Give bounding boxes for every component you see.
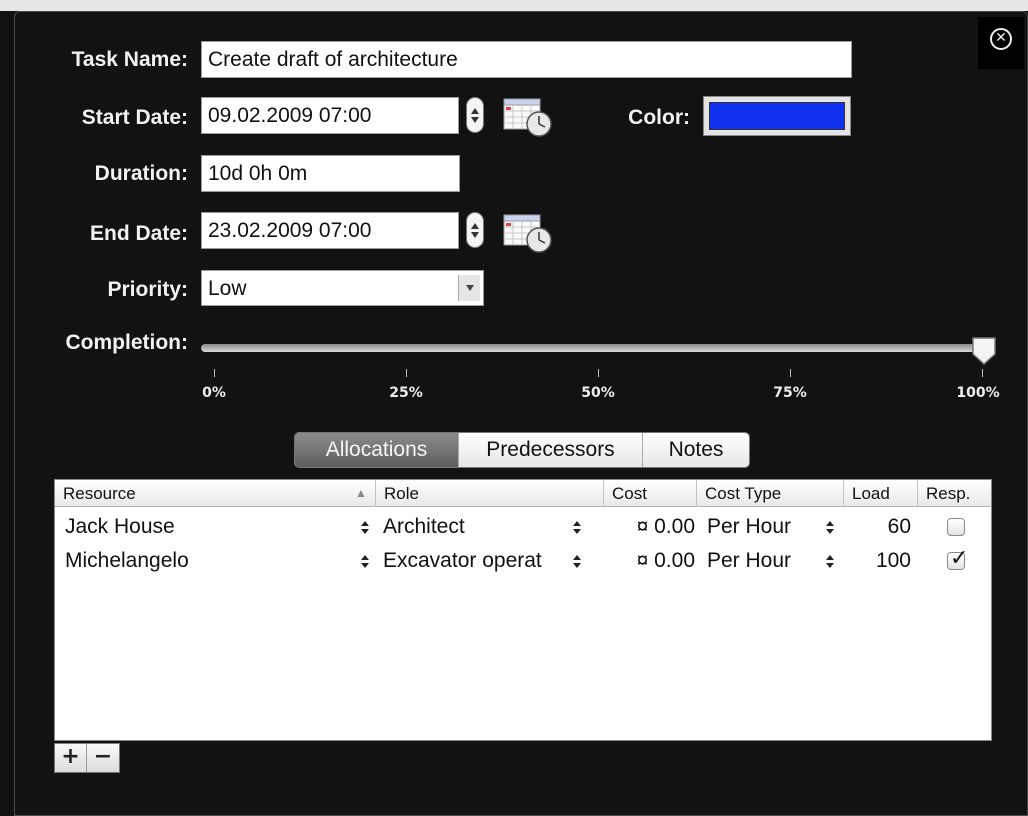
cost-type-stepper[interactable] — [825, 517, 835, 537]
detail-tabs: Allocations Predecessors Notes — [294, 432, 750, 468]
priority-select[interactable]: Low — [201, 270, 484, 306]
add-allocation-button[interactable]: + — [55, 744, 87, 772]
end-date-field[interactable]: 23.02.2009 07:00 — [201, 212, 459, 249]
end-date-calendar-icon[interactable] — [503, 212, 555, 254]
remove-allocation-button[interactable]: − — [87, 744, 119, 772]
tick-75 — [790, 369, 791, 377]
resp-checkbox[interactable] — [947, 518, 965, 536]
cost-type-cell[interactable]: Per Hour — [707, 510, 817, 544]
column-role[interactable]: Role — [375, 480, 603, 507]
priority-label: Priority: — [107, 278, 188, 301]
table-header: Resource ▲ Role Cost Cost Type Load Resp… — [55, 480, 991, 507]
duration-label: Duration: — [94, 162, 188, 185]
resource-cell[interactable]: Jack House — [65, 510, 345, 544]
resource-stepper[interactable] — [360, 517, 370, 537]
load-cell[interactable]: 60 — [845, 510, 911, 544]
add-remove-control: + − — [54, 743, 120, 773]
duration-field[interactable]: 10d 0h 0m — [201, 155, 460, 192]
color-label: Color: — [628, 106, 690, 129]
chevron-down-icon — [458, 275, 480, 301]
completion-slider-thumb[interactable] — [970, 336, 998, 366]
cost-type-stepper[interactable] — [825, 551, 835, 571]
priority-value: Low — [208, 277, 247, 300]
sort-ascending-icon: ▲ — [355, 486, 367, 500]
tick-label-25: 25% — [389, 385, 423, 401]
color-well[interactable] — [703, 96, 851, 136]
close-circle-icon: ✕ — [990, 28, 1012, 50]
task-name-label: Task Name: — [71, 48, 188, 71]
start-date-field[interactable]: 09.02.2009 07:00 — [201, 97, 459, 134]
start-date-calendar-icon[interactable] — [503, 96, 555, 138]
start-date-stepper[interactable] — [466, 97, 484, 133]
role-cell[interactable]: Architect — [383, 510, 568, 544]
task-name-field[interactable]: Create draft of architecture — [201, 41, 852, 78]
allocations-table: Resource ▲ Role Cost Cost Type Load Resp… — [54, 479, 992, 741]
completion-label: Completion: — [65, 331, 188, 354]
color-swatch — [709, 102, 845, 130]
table-row[interactable]: Jack House Architect ¤ 0.00 Per Hour 60 — [55, 510, 991, 544]
tick-0 — [214, 369, 215, 377]
tick-100 — [982, 369, 983, 377]
load-cell[interactable]: 100 — [845, 544, 911, 578]
role-stepper[interactable] — [572, 517, 582, 537]
completion-slider-track[interactable] — [201, 344, 991, 352]
end-date-stepper[interactable] — [466, 212, 484, 248]
tab-notes[interactable]: Notes — [643, 433, 749, 467]
column-resp[interactable]: Resp. — [917, 480, 993, 507]
tick-label-0: 0% — [202, 385, 226, 401]
column-resource[interactable]: Resource — [55, 480, 351, 507]
tab-allocations[interactable]: Allocations — [295, 433, 459, 467]
role-cell[interactable]: Excavator operat — [383, 544, 568, 578]
resource-cell[interactable]: Michelangelo — [65, 544, 345, 578]
table-row[interactable]: Michelangelo Excavator operat ¤ 0.00 Per… — [55, 544, 991, 578]
cost-cell[interactable]: ¤ 0.00 — [615, 544, 695, 578]
end-date-label: End Date: — [89, 222, 188, 245]
role-stepper[interactable] — [572, 551, 582, 571]
start-date-label: Start Date: — [81, 106, 188, 129]
resp-checkbox[interactable]: ✓ — [947, 546, 968, 571]
tick-50 — [598, 369, 599, 377]
window-top-strip — [0, 0, 1028, 11]
tick-label-75: 75% — [773, 385, 807, 401]
tab-predecessors[interactable]: Predecessors — [459, 433, 643, 467]
column-cost-type[interactable]: Cost Type — [696, 480, 843, 507]
checkmark-icon: ✓ — [950, 546, 969, 571]
tick-25 — [406, 369, 407, 377]
tick-label-50: 50% — [581, 385, 615, 401]
tick-label-100: 100% — [956, 385, 1000, 401]
column-load[interactable]: Load — [843, 480, 917, 507]
cost-type-cell[interactable]: Per Hour — [707, 544, 817, 578]
resource-stepper[interactable] — [360, 551, 370, 571]
cost-cell[interactable]: ¤ 0.00 — [615, 510, 695, 544]
column-cost[interactable]: Cost — [603, 480, 696, 507]
close-button[interactable]: ✕ — [978, 17, 1024, 69]
